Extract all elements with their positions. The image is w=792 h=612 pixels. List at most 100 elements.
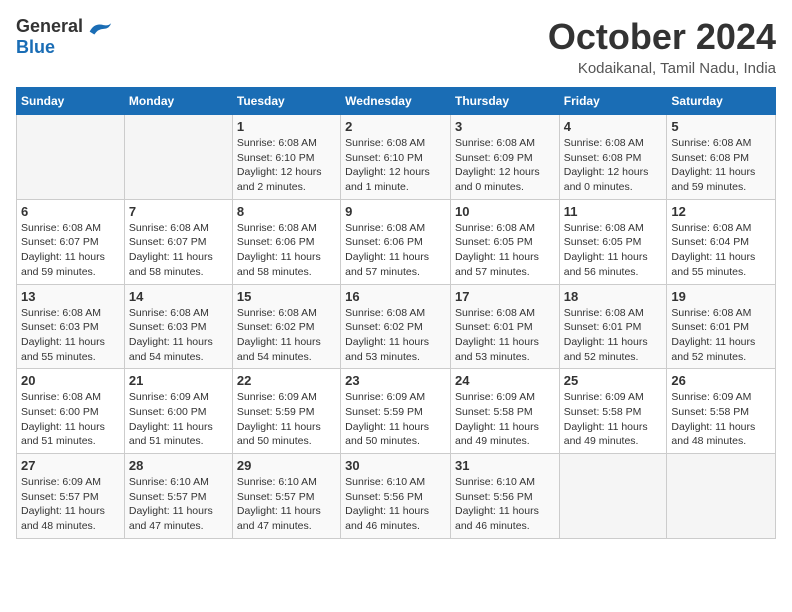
day-number: 25 bbox=[564, 373, 663, 388]
day-detail: Sunrise: 6:09 AM Sunset: 6:00 PM Dayligh… bbox=[129, 390, 228, 449]
day-detail: Sunrise: 6:08 AM Sunset: 6:03 PM Dayligh… bbox=[129, 306, 228, 365]
day-detail: Sunrise: 6:08 AM Sunset: 6:05 PM Dayligh… bbox=[455, 221, 555, 280]
calendar-cell bbox=[667, 454, 776, 539]
calendar-cell: 18Sunrise: 6:08 AM Sunset: 6:01 PM Dayli… bbox=[559, 284, 667, 369]
day-number: 27 bbox=[21, 458, 120, 473]
logo-blue-text: Blue bbox=[16, 37, 55, 57]
calendar-cell: 7Sunrise: 6:08 AM Sunset: 6:07 PM Daylig… bbox=[124, 199, 232, 284]
calendar-cell: 5Sunrise: 6:08 AM Sunset: 6:08 PM Daylig… bbox=[667, 115, 776, 200]
calendar-cell: 20 Sunrise: 6:08 AM Sunset: 6:00 PM Dayli… bbox=[17, 369, 125, 454]
day-number: 5 bbox=[671, 119, 771, 134]
calendar-week-row: 27 Sunrise: 6:09 AM Sunset: 5:57 PM Dayli… bbox=[17, 454, 776, 539]
calendar-cell: 26 Sunrise: 6:09 AM Sunset: 5:58 PM Dayli… bbox=[667, 369, 776, 454]
day-detail: Sunrise: 6:08 AM Sunset: 6:02 PM Dayligh… bbox=[237, 306, 336, 365]
calendar-cell: 17 Sunrise: 6:08 AM Sunset: 6:01 PM Dayli… bbox=[450, 284, 559, 369]
calendar-cell: 8 Sunrise: 6:08 AM Sunset: 6:06 PM Daylig… bbox=[232, 199, 340, 284]
calendar-week-row: 6 Sunrise: 6:08 AM Sunset: 6:07 PM Daylig… bbox=[17, 199, 776, 284]
calendar-cell bbox=[17, 115, 125, 200]
day-number: 13 bbox=[21, 289, 120, 304]
calendar-cell: 3 Sunrise: 6:08 AM Sunset: 6:09 PM Daylig… bbox=[450, 115, 559, 200]
title-area: October 2024 Kodaikanal, Tamil Nadu, Ind… bbox=[548, 16, 776, 77]
day-detail: Sunrise: 6:08 AM Sunset: 6:01 PM Dayligh… bbox=[671, 306, 771, 365]
day-detail: Sunrise: 6:09 AM Sunset: 5:58 PM Dayligh… bbox=[671, 390, 771, 449]
day-detail: Sunrise: 6:09 AM Sunset: 5:59 PM Dayligh… bbox=[237, 390, 336, 449]
day-detail: Sunrise: 6:08 AM Sunset: 6:09 PM Dayligh… bbox=[455, 136, 555, 195]
calendar-header-row: Sunday Monday Tuesday Wednesday Thursday… bbox=[17, 88, 776, 115]
day-number: 18 bbox=[564, 289, 663, 304]
col-sunday: Sunday bbox=[17, 88, 125, 115]
day-detail: Sunrise: 6:08 AM Sunset: 6:08 PM Dayligh… bbox=[564, 136, 663, 195]
day-detail: Sunrise: 6:08 AM Sunset: 6:04 PM Dayligh… bbox=[671, 221, 771, 280]
day-detail: Sunrise: 6:08 AM Sunset: 6:10 PM Dayligh… bbox=[237, 136, 336, 195]
day-number: 10 bbox=[455, 204, 555, 219]
day-detail: Sunrise: 6:08 AM Sunset: 6:06 PM Dayligh… bbox=[237, 221, 336, 280]
day-number: 17 bbox=[455, 289, 555, 304]
day-detail: Sunrise: 6:09 AM Sunset: 5:58 PM Dayligh… bbox=[564, 390, 663, 449]
day-detail: Sunrise: 6:08 AM Sunset: 6:06 PM Dayligh… bbox=[345, 221, 446, 280]
day-detail: Sunrise: 6:10 AM Sunset: 5:56 PM Dayligh… bbox=[345, 475, 446, 534]
calendar-cell: 22 Sunrise: 6:09 AM Sunset: 5:59 PM Dayli… bbox=[232, 369, 340, 454]
day-number: 26 bbox=[671, 373, 771, 388]
day-detail: Sunrise: 6:09 AM Sunset: 5:57 PM Dayligh… bbox=[21, 475, 120, 534]
calendar-cell: 19 Sunrise: 6:08 AM Sunset: 6:01 PM Dayli… bbox=[667, 284, 776, 369]
day-number: 23 bbox=[345, 373, 446, 388]
calendar-cell: 28Sunrise: 6:10 AM Sunset: 5:57 PM Dayli… bbox=[124, 454, 232, 539]
day-number: 9 bbox=[345, 204, 446, 219]
logo-bird-icon bbox=[85, 17, 113, 37]
col-friday: Friday bbox=[559, 88, 667, 115]
col-thursday: Thursday bbox=[450, 88, 559, 115]
day-detail: Sunrise: 6:08 AM Sunset: 6:00 PM Dayligh… bbox=[21, 390, 120, 449]
day-number: 8 bbox=[237, 204, 336, 219]
month-title: October 2024 bbox=[548, 16, 776, 58]
col-monday: Monday bbox=[124, 88, 232, 115]
logo: General Blue bbox=[16, 16, 113, 58]
day-number: 16 bbox=[345, 289, 446, 304]
calendar-cell: 12Sunrise: 6:08 AM Sunset: 6:04 PM Dayli… bbox=[667, 199, 776, 284]
day-number: 21 bbox=[129, 373, 228, 388]
calendar-cell: 25 Sunrise: 6:09 AM Sunset: 5:58 PM Dayli… bbox=[559, 369, 667, 454]
page-header: General Blue October 2024 Kodaikanal, Ta… bbox=[16, 16, 776, 77]
day-number: 1 bbox=[237, 119, 336, 134]
day-number: 28 bbox=[129, 458, 228, 473]
calendar-cell: 21 Sunrise: 6:09 AM Sunset: 6:00 PM Dayli… bbox=[124, 369, 232, 454]
day-number: 20 bbox=[21, 373, 120, 388]
calendar-cell: 24Sunrise: 6:09 AM Sunset: 5:58 PM Dayli… bbox=[450, 369, 559, 454]
calendar-cell: 13 Sunrise: 6:08 AM Sunset: 6:03 PM Dayli… bbox=[17, 284, 125, 369]
day-detail: Sunrise: 6:08 AM Sunset: 6:10 PM Dayligh… bbox=[345, 136, 446, 195]
calendar-cell: 16Sunrise: 6:08 AM Sunset: 6:02 PM Dayli… bbox=[341, 284, 451, 369]
day-number: 3 bbox=[455, 119, 555, 134]
calendar-cell: 14 Sunrise: 6:08 AM Sunset: 6:03 PM Dayli… bbox=[124, 284, 232, 369]
calendar-cell: 29 Sunrise: 6:10 AM Sunset: 5:57 PM Dayli… bbox=[232, 454, 340, 539]
calendar-cell: 30 Sunrise: 6:10 AM Sunset: 5:56 PM Dayli… bbox=[341, 454, 451, 539]
calendar-cell: 23Sunrise: 6:09 AM Sunset: 5:59 PM Dayli… bbox=[341, 369, 451, 454]
calendar-cell bbox=[559, 454, 667, 539]
day-number: 22 bbox=[237, 373, 336, 388]
day-number: 15 bbox=[237, 289, 336, 304]
calendar-table: Sunday Monday Tuesday Wednesday Thursday… bbox=[16, 87, 776, 539]
day-detail: Sunrise: 6:08 AM Sunset: 6:03 PM Dayligh… bbox=[21, 306, 120, 365]
day-detail: Sunrise: 6:08 AM Sunset: 6:07 PM Dayligh… bbox=[21, 221, 120, 280]
logo-general-text: General bbox=[16, 16, 83, 37]
calendar-week-row: 1 Sunrise: 6:08 AM Sunset: 6:10 PM Daylig… bbox=[17, 115, 776, 200]
calendar-cell: 27 Sunrise: 6:09 AM Sunset: 5:57 PM Dayli… bbox=[17, 454, 125, 539]
day-number: 14 bbox=[129, 289, 228, 304]
day-number: 30 bbox=[345, 458, 446, 473]
day-number: 6 bbox=[21, 204, 120, 219]
col-tuesday: Tuesday bbox=[232, 88, 340, 115]
day-detail: Sunrise: 6:08 AM Sunset: 6:01 PM Dayligh… bbox=[455, 306, 555, 365]
calendar-cell: 31 Sunrise: 6:10 AM Sunset: 5:56 PM Dayli… bbox=[450, 454, 559, 539]
calendar-cell: 6 Sunrise: 6:08 AM Sunset: 6:07 PM Daylig… bbox=[17, 199, 125, 284]
day-detail: Sunrise: 6:10 AM Sunset: 5:57 PM Dayligh… bbox=[237, 475, 336, 534]
day-number: 19 bbox=[671, 289, 771, 304]
calendar-cell: 4Sunrise: 6:08 AM Sunset: 6:08 PM Daylig… bbox=[559, 115, 667, 200]
day-detail: Sunrise: 6:10 AM Sunset: 5:56 PM Dayligh… bbox=[455, 475, 555, 534]
calendar-cell: 9 Sunrise: 6:08 AM Sunset: 6:06 PM Daylig… bbox=[341, 199, 451, 284]
day-number: 24 bbox=[455, 373, 555, 388]
col-wednesday: Wednesday bbox=[341, 88, 451, 115]
day-detail: Sunrise: 6:08 AM Sunset: 6:05 PM Dayligh… bbox=[564, 221, 663, 280]
calendar-cell: 1 Sunrise: 6:08 AM Sunset: 6:10 PM Daylig… bbox=[232, 115, 340, 200]
day-number: 7 bbox=[129, 204, 228, 219]
day-number: 31 bbox=[455, 458, 555, 473]
col-saturday: Saturday bbox=[667, 88, 776, 115]
day-number: 29 bbox=[237, 458, 336, 473]
